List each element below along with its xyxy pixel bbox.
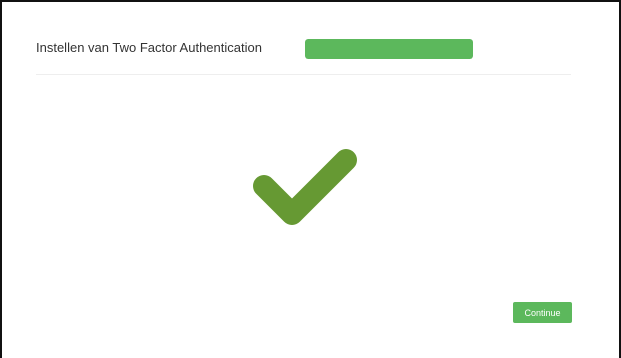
checkmark-icon	[253, 149, 357, 225]
page-title: Instellen van Two Factor Authentication	[36, 40, 262, 55]
dialog-frame: Instellen van Two Factor Authentication …	[0, 0, 621, 358]
progress-bar	[305, 39, 473, 59]
continue-button[interactable]: Continue	[513, 302, 572, 323]
divider	[36, 74, 571, 75]
progress-bar-fill	[305, 39, 473, 59]
